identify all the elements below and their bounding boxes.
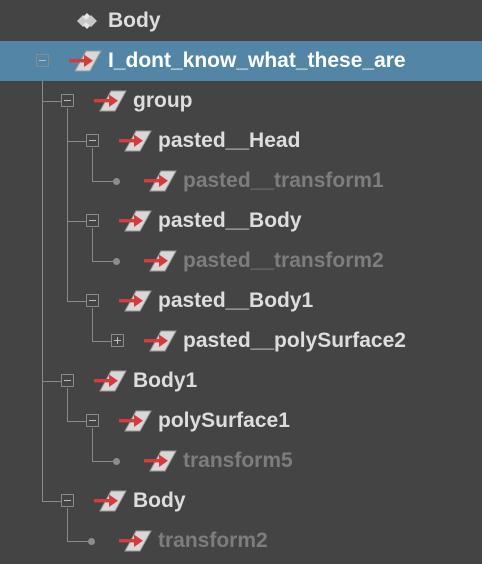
transform-icon [116, 289, 156, 313]
expand-toggle[interactable] [111, 334, 124, 347]
row-label: I_dont_know_what_these_are [108, 49, 406, 72]
row-label: polySurface1 [158, 409, 290, 432]
row-label: pasted__Body [158, 209, 302, 232]
collapse-toggle[interactable] [86, 214, 99, 227]
row-label: Body1 [133, 369, 198, 392]
outliner-row-pasted-head[interactable]: pasted__Head [0, 121, 482, 161]
row-label: pasted__polySurface2 [183, 329, 406, 352]
outliner-row-i-dont-know-what-these-are[interactable]: I_dont_know_what_these_are [0, 41, 482, 81]
transform-icon [116, 129, 156, 153]
row-label: Body [133, 489, 186, 512]
transform-icon [141, 169, 181, 193]
outliner-row-transform5[interactable]: transform5 [0, 441, 482, 481]
set-icon [66, 9, 106, 33]
transform-icon [116, 529, 156, 553]
row-label: transform2 [158, 529, 268, 552]
row-label: pasted__transform1 [183, 169, 384, 192]
outliner-row-group[interactable]: group [0, 81, 482, 121]
collapse-toggle[interactable] [36, 54, 49, 67]
transform-icon [91, 369, 131, 393]
leaf-node-dot [113, 178, 120, 185]
outliner-row-polysurface1[interactable]: polySurface1 [0, 401, 482, 441]
collapse-toggle[interactable] [61, 374, 74, 387]
outliner-row-pasted-transform2[interactable]: pasted__transform2 [0, 241, 482, 281]
outliner-row-pasted-body1[interactable]: pasted__Body1 [0, 281, 482, 321]
outliner-row-pasted-polysurface2[interactable]: pasted__polySurface2 [0, 321, 482, 361]
collapse-toggle[interactable] [86, 134, 99, 147]
outliner-row-pasted-body[interactable]: pasted__Body [0, 201, 482, 241]
transform-icon [116, 409, 156, 433]
collapse-toggle[interactable] [61, 94, 74, 107]
row-label: pasted__Body1 [158, 289, 314, 312]
collapse-toggle[interactable] [86, 294, 99, 307]
collapse-toggle[interactable] [61, 494, 74, 507]
row-label: group [133, 89, 193, 112]
outliner-panel: Body I_dont_know_what_these_are group pa… [0, 0, 482, 564]
outliner-row-pasted-transform1[interactable]: pasted__transform1 [0, 161, 482, 201]
transform-icon [141, 249, 181, 273]
transform-icon [91, 489, 131, 513]
row-label: transform5 [183, 449, 293, 472]
outliner-row-body[interactable]: Body [0, 481, 482, 521]
collapse-toggle[interactable] [86, 414, 99, 427]
row-label: Body [108, 9, 161, 32]
transform-icon [141, 329, 181, 353]
outliner-row-body-set[interactable]: Body [0, 1, 482, 41]
row-label: pasted__transform2 [183, 249, 384, 272]
leaf-node-dot [88, 538, 95, 545]
outliner-row-body1[interactable]: Body1 [0, 361, 482, 401]
transform-icon [116, 209, 156, 233]
transform-icon [141, 449, 181, 473]
transform-icon [91, 89, 131, 113]
leaf-node-dot [113, 258, 120, 265]
row-label: pasted__Head [158, 129, 301, 152]
outliner-row-transform2[interactable]: transform2 [0, 521, 482, 561]
leaf-node-dot [113, 458, 120, 465]
transform-icon [66, 49, 106, 73]
